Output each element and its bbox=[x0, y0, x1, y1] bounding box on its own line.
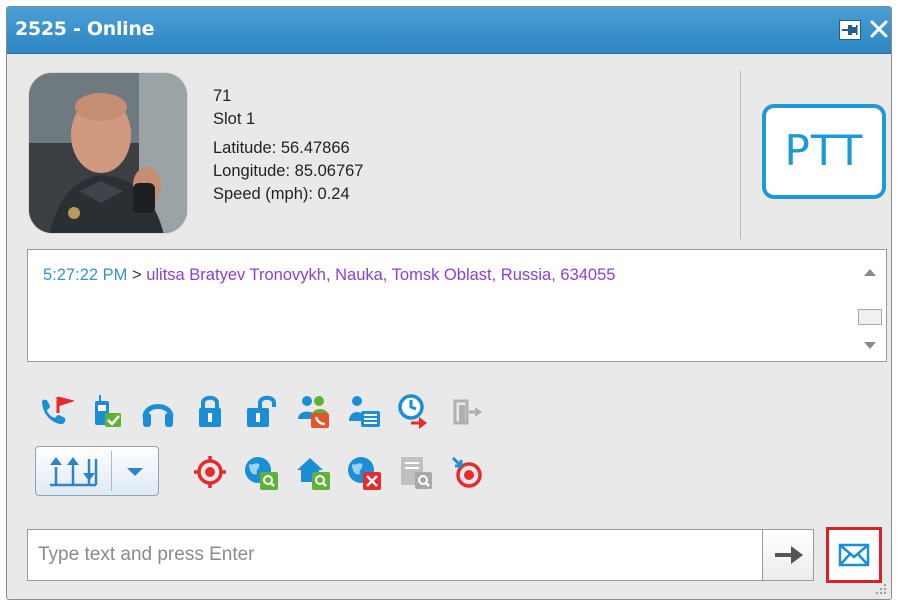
send-button[interactable] bbox=[762, 529, 814, 581]
group-call-icon[interactable] bbox=[295, 393, 331, 429]
subscriber-info: 71 Slot 1 Latitude: 56.47866 Longitude: … bbox=[213, 85, 363, 206]
single-location-icon[interactable] bbox=[192, 454, 228, 490]
stop-location-icon[interactable] bbox=[449, 454, 485, 490]
contact-card-icon[interactable] bbox=[346, 393, 382, 429]
radio-check-icon[interactable] bbox=[89, 393, 125, 429]
location-split-main[interactable] bbox=[36, 447, 111, 495]
scroll-thumb[interactable] bbox=[858, 309, 882, 325]
lock-icon[interactable] bbox=[192, 393, 228, 429]
latitude-label: Latitude: 56.47866 bbox=[213, 139, 350, 157]
remote-monitor-icon[interactable] bbox=[140, 393, 176, 429]
close-icon bbox=[870, 20, 888, 38]
dropdown-button[interactable] bbox=[112, 447, 158, 495]
avatar bbox=[28, 72, 188, 234]
title-bar: 2525 - Online bbox=[7, 7, 891, 54]
globe-remove-icon[interactable] bbox=[346, 454, 382, 490]
home-search-icon[interactable] bbox=[295, 454, 331, 490]
log-entry: 5:27:22 PM > ulitsa Bratyev Tronovykh, N… bbox=[43, 266, 615, 285]
log-scrollbar[interactable] bbox=[854, 250, 886, 361]
schedule-location-icon[interactable] bbox=[397, 393, 433, 429]
avatar-photo bbox=[29, 73, 187, 233]
close-button[interactable] bbox=[868, 17, 890, 41]
slot-label: Slot 1 bbox=[213, 110, 256, 128]
longitude-label: Longitude: 85.06767 bbox=[213, 162, 364, 180]
ptt-button[interactable]: PTT bbox=[762, 104, 886, 199]
subscriber-id: 71 bbox=[213, 87, 232, 105]
location-log: 5:27:22 PM > ulitsa Bratyev Tronovykh, N… bbox=[27, 249, 887, 362]
call-alert-icon[interactable] bbox=[38, 393, 74, 429]
message-input[interactable] bbox=[27, 529, 763, 581]
unlock-icon[interactable] bbox=[243, 393, 279, 429]
log-time: 5:27:22 PM bbox=[43, 266, 128, 284]
window-title: 2525 - Online bbox=[15, 18, 155, 40]
scroll-up-icon[interactable] bbox=[864, 269, 876, 276]
subscriber-window: 2525 - Online 71 Slot 1 Latitude: 56.478… bbox=[6, 6, 892, 600]
resize-grip-icon[interactable] bbox=[874, 582, 888, 596]
globe-search-icon[interactable] bbox=[243, 454, 279, 490]
report-search-icon[interactable] bbox=[397, 454, 433, 490]
mail-button[interactable] bbox=[826, 527, 882, 583]
exit-icon[interactable] bbox=[449, 393, 485, 429]
mail-icon bbox=[838, 543, 870, 567]
scroll-down-icon[interactable] bbox=[864, 342, 876, 349]
speed-label: Speed (mph): 0.24 bbox=[213, 185, 350, 203]
location-split-button[interactable] bbox=[35, 446, 159, 496]
pin-icon bbox=[842, 25, 858, 35]
location-split-icon bbox=[50, 457, 98, 487]
send-arrow-icon bbox=[775, 546, 803, 564]
pin-button[interactable] bbox=[839, 20, 861, 40]
log-address: ulitsa Bratyev Tronovykh, Nauka, Tomsk O… bbox=[146, 266, 616, 284]
dropdown-icon bbox=[127, 468, 143, 476]
divider bbox=[740, 71, 741, 239]
log-separator: > bbox=[127, 266, 147, 284]
